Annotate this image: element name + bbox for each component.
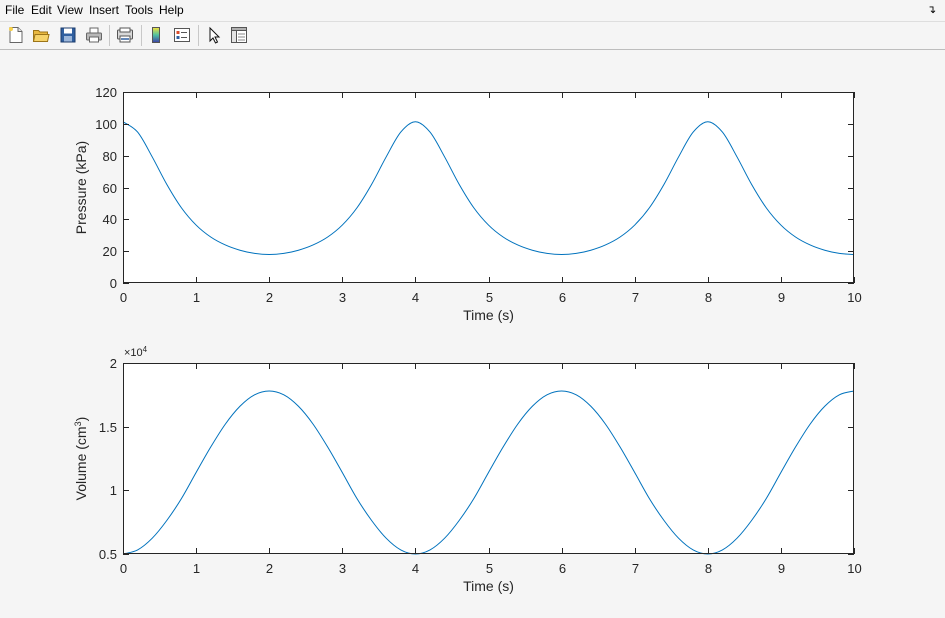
- x-axis-label: Time (s): [463, 307, 514, 323]
- x-tick-label: 10: [847, 561, 861, 576]
- property-inspector-icon[interactable]: [230, 26, 248, 44]
- toolbar-separator: [141, 25, 142, 46]
- x-tick-label: 9: [778, 561, 785, 576]
- menu-insert[interactable]: Insert: [89, 3, 119, 17]
- x-tick-label: 6: [559, 561, 566, 576]
- new-figure-icon[interactable]: [7, 26, 25, 44]
- figure-toolbar: [0, 21, 945, 50]
- figure-canvas[interactable]: 0 1 2 3 4 5 6 7 8 9 10020406080100120Time (s)Press…: [0, 49, 945, 618]
- y-tick-label: 1.5: [99, 420, 117, 435]
- x-tick-label: 0: [120, 561, 127, 576]
- x-tick-label: 10: [847, 290, 861, 305]
- x-tick-label: 3: [339, 290, 346, 305]
- y-tick-label: 100: [95, 117, 117, 132]
- figure-window: File Edit View Insert Tools Help ↴ 0 1 2…: [0, 0, 945, 618]
- save-figure-icon[interactable]: [59, 26, 77, 44]
- x-tick-label: 0: [120, 290, 127, 305]
- link-plot-icon[interactable]: [116, 26, 134, 44]
- axes-2[interactable]: 0 1 2 3 4 5 6 7 8 9 10 0.5 1 1.5 2 Time (s) Volume (cm3)…: [73, 345, 862, 594]
- y-axis-label: Volume (cm3): [73, 417, 89, 501]
- x-tick-label: 1: [193, 290, 200, 305]
- x-tick-label: 4: [412, 290, 419, 305]
- menu-file[interactable]: File: [5, 3, 24, 17]
- menu-help[interactable]: Help: [159, 3, 184, 17]
- toolbar-separator: [198, 25, 199, 46]
- open-file-icon[interactable]: [32, 26, 50, 44]
- insert-legend-icon[interactable]: [173, 26, 191, 44]
- x-tick-label: 8: [705, 290, 712, 305]
- y-axis-label: Pressure (kPa): [73, 141, 89, 234]
- x-tick-label: 9: [778, 290, 785, 305]
- menu-bar: File Edit View Insert Tools Help ↴: [0, 0, 945, 20]
- menu-edit[interactable]: Edit: [31, 3, 52, 17]
- y-tick-label: 40: [103, 212, 117, 227]
- y-tick-label: 0: [110, 276, 117, 291]
- y-tick-label: 2: [110, 356, 117, 371]
- y-tick-label: 60: [103, 181, 117, 196]
- x-tick-label: 1: [193, 561, 200, 576]
- y-axis-exponent: ×104: [124, 345, 148, 359]
- x-tick-label: 3: [339, 561, 346, 576]
- x-tick-label: 5: [486, 561, 493, 576]
- x-axis-label: Time (s): [463, 578, 514, 594]
- y-tick-label: 1: [110, 483, 117, 498]
- x-tick-label: 6: [559, 290, 566, 305]
- x-tick-label: 2: [266, 561, 273, 576]
- x-tick-label: 4: [412, 561, 419, 576]
- y-tick-label: 120: [95, 85, 117, 100]
- x-tick-label: 2: [266, 290, 273, 305]
- axes-background: [123, 92, 854, 283]
- x-tick-label: 7: [632, 290, 639, 305]
- toolbar-separator: [109, 25, 110, 46]
- axes-background: [123, 363, 854, 554]
- y-tick-label: 20: [103, 244, 117, 259]
- x-tick-label: 8: [705, 561, 712, 576]
- x-tick-label: 5: [486, 290, 493, 305]
- menu-tools[interactable]: Tools: [125, 3, 153, 17]
- insert-colorbar-icon[interactable]: [147, 26, 165, 44]
- axes-1[interactable]: 0 1 2 3 4 5 6 7 8 9 10020406080100120Time (s)Press…: [73, 85, 862, 323]
- y-tick-label: 0.5: [99, 547, 117, 562]
- print-figure-icon[interactable]: [85, 26, 103, 44]
- edit-plot-arrow-icon[interactable]: [205, 26, 223, 44]
- x-tick-label: 7: [632, 561, 639, 576]
- y-tick-label: 80: [103, 149, 117, 164]
- undock-arrow-icon[interactable]: ↴: [927, 3, 936, 16]
- menu-view[interactable]: View: [57, 3, 83, 17]
